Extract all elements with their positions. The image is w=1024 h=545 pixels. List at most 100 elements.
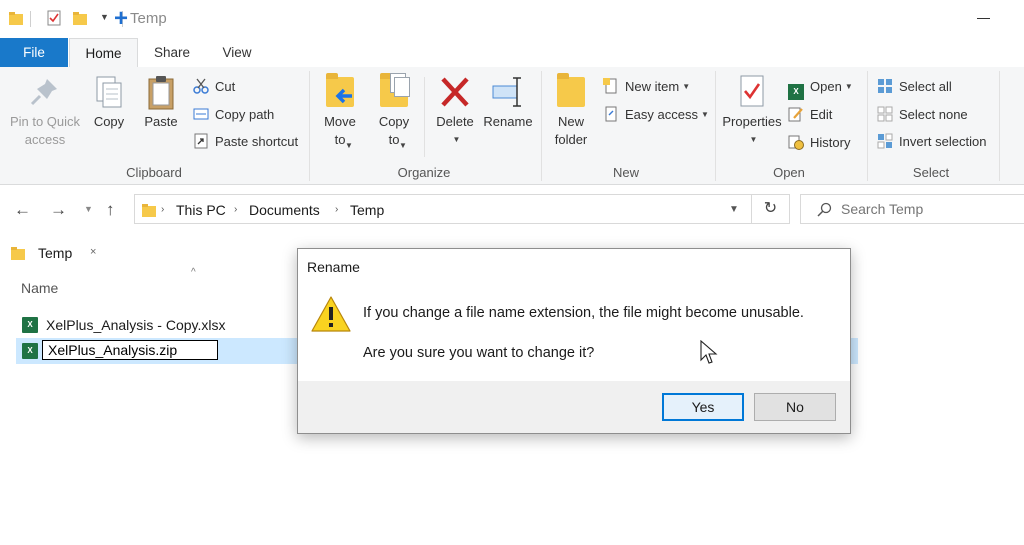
ribbon: Pin to Quick access Copy Paste Cut Copy … (0, 67, 1024, 185)
tab-view[interactable]: View (206, 38, 268, 67)
divider (424, 77, 425, 157)
column-header-name[interactable]: Name (21, 280, 58, 296)
pin-icon (30, 79, 57, 106)
search-box[interactable] (800, 194, 1024, 224)
recent-locations-chevron-icon[interactable]: ▼ (84, 204, 93, 214)
copy-to-button[interactable]: Copy to ▼ (372, 73, 416, 150)
new-item-icon (603, 78, 617, 94)
cut-button[interactable]: Cut (193, 77, 235, 97)
move-to-button[interactable]: Move to ▼ (318, 73, 362, 150)
properties-icon (740, 75, 764, 107)
copy-path-icon (193, 108, 209, 120)
rename-icon (492, 77, 521, 107)
close-tab-icon[interactable]: × (90, 246, 96, 258)
rename-dialog: Rename If you change a file name extensi… (297, 248, 851, 434)
copy-button[interactable]: Copy (88, 73, 130, 131)
tab-share[interactable]: Share (140, 38, 204, 67)
dialog-question: Are you sure you want to change it? (363, 345, 595, 361)
paste-button[interactable]: Paste (140, 73, 182, 131)
dialog-footer: Yes No (298, 381, 850, 433)
properties-button[interactable]: Properties ▼ (720, 73, 784, 149)
tab-home[interactable]: Home (69, 38, 138, 67)
divider (30, 11, 31, 27)
dialog-title: Rename (307, 259, 360, 275)
file-row[interactable]: X XelPlus_Analysis - Copy.xlsx (16, 312, 298, 338)
refresh-icon: ↻ (763, 200, 778, 217)
pin-to-quick-access-button[interactable]: Pin to Quick access (4, 73, 86, 149)
open-label: Open (810, 79, 842, 94)
pin-label: Pin to Quick access (9, 114, 81, 147)
folder-icon (11, 247, 25, 260)
chevron-down-icon: ▼ (682, 82, 691, 91)
refresh-button[interactable]: ↻ (752, 194, 790, 224)
rename-label: Rename (483, 114, 533, 129)
group-divider (541, 71, 542, 181)
properties-label: Properties (722, 114, 782, 129)
minimize-button[interactable] (968, 6, 998, 30)
yes-button[interactable]: Yes (662, 393, 744, 421)
up-arrow-icon[interactable]: ↑ (106, 200, 115, 220)
back-arrow-icon[interactable]: ← (14, 200, 31, 220)
excel-file-icon: X (22, 317, 38, 333)
title-bar: ▼ Temp (0, 0, 1024, 38)
delete-icon (441, 77, 469, 107)
forward-arrow-icon[interactable]: → (50, 200, 67, 220)
history-icon (788, 135, 804, 150)
breadcrumb-temp[interactable]: Temp (350, 202, 384, 218)
open-button[interactable]: X Open ▼ (788, 77, 853, 100)
search-input[interactable] (841, 200, 1021, 218)
new-folder-quick-icon[interactable] (72, 10, 88, 26)
select-all-icon (878, 79, 892, 93)
invert-selection-button[interactable]: Invert selection (877, 132, 986, 152)
group-label-new: New (612, 165, 639, 180)
breadcrumb-documents[interactable]: Documents (249, 202, 320, 218)
cut-label: Cut (215, 79, 236, 94)
easy-access-button[interactable]: Easy access ▼ (603, 105, 709, 125)
new-folder-button[interactable]: New folder (550, 73, 592, 149)
add-tab-icon[interactable]: + (114, 5, 128, 33)
copy-icon (96, 76, 122, 108)
mouse-cursor-icon (700, 340, 718, 364)
group-divider (999, 71, 1000, 181)
paste-shortcut-label: Paste shortcut (215, 134, 299, 149)
rename-input[interactable] (42, 340, 218, 360)
excel-icon: X (788, 84, 804, 100)
edit-button[interactable]: Edit (788, 105, 832, 125)
search-icon (817, 202, 832, 217)
breadcrumb-chevron-icon: › (161, 204, 165, 215)
invert-selection-label: Invert selection (899, 134, 987, 149)
select-none-button[interactable]: Select none (877, 105, 968, 125)
rename-button[interactable]: Rename (482, 73, 534, 131)
no-button[interactable]: No (754, 393, 836, 421)
invert-selection-icon (877, 133, 893, 149)
group-divider (715, 71, 716, 181)
breadcrumb-chevron-icon: › (335, 204, 339, 215)
copy-path-button[interactable]: Copy path (193, 105, 274, 125)
history-label: History (810, 135, 851, 150)
address-bar[interactable]: › This PC › Documents › Temp ▼ (134, 194, 752, 224)
paste-shortcut-button[interactable]: Paste shortcut (193, 132, 298, 152)
chevron-down-icon: ▼ (749, 135, 758, 144)
window-title: Temp (130, 10, 167, 27)
file-name: XelPlus_Analysis - Copy.xlsx (46, 317, 226, 333)
history-button[interactable]: History (788, 133, 850, 153)
chevron-down-icon: ▼ (399, 141, 407, 150)
sort-ascending-icon: ^ (191, 267, 196, 278)
group-label-select: Select (912, 165, 950, 180)
paste-shortcut-icon (194, 133, 208, 149)
customize-quick-access-icon[interactable]: ▼ (100, 12, 109, 22)
folder-icon (9, 12, 23, 25)
new-item-button[interactable]: New item ▼ (603, 77, 690, 97)
delete-button[interactable]: Delete ▼ (432, 73, 478, 149)
breadcrumb-this-pc[interactable]: This PC (176, 202, 226, 218)
group-label-clipboard: Clipboard (126, 165, 182, 180)
tab-file[interactable]: File (0, 38, 68, 67)
excel-file-icon: X (22, 343, 38, 359)
folder-tab-temp[interactable]: Temp × (0, 234, 106, 270)
properties-quick-icon[interactable] (46, 10, 62, 26)
dialog-message: If you change a file name extension, the… (363, 305, 804, 321)
select-all-button[interactable]: Select all (877, 77, 952, 97)
copy-label: Copy (93, 114, 125, 129)
chevron-down-icon: ▼ (844, 82, 853, 91)
address-dropdown-chevron-icon[interactable]: ▼ (729, 204, 739, 215)
